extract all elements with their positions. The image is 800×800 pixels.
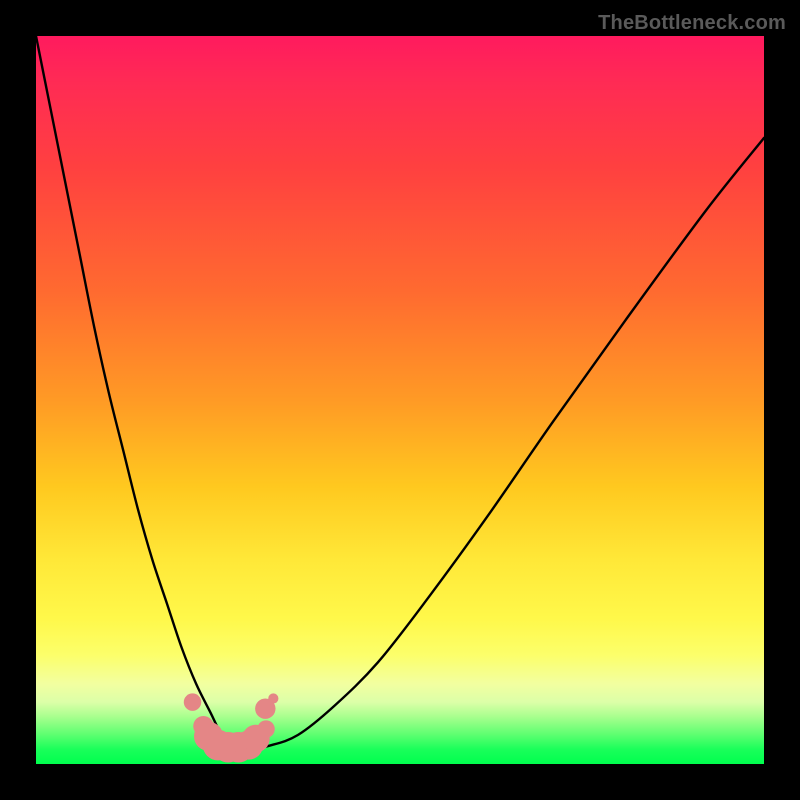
marker-dot	[257, 720, 274, 737]
marker-dots	[184, 693, 279, 762]
plot-area	[36, 36, 764, 764]
curve-line	[36, 36, 764, 749]
watermark: TheBottleneck.com	[598, 12, 786, 35]
chart-frame: TheBottleneck.com	[0, 0, 800, 800]
marker-dot	[184, 693, 201, 710]
chart-svg	[36, 36, 764, 764]
marker-dot	[268, 693, 278, 703]
